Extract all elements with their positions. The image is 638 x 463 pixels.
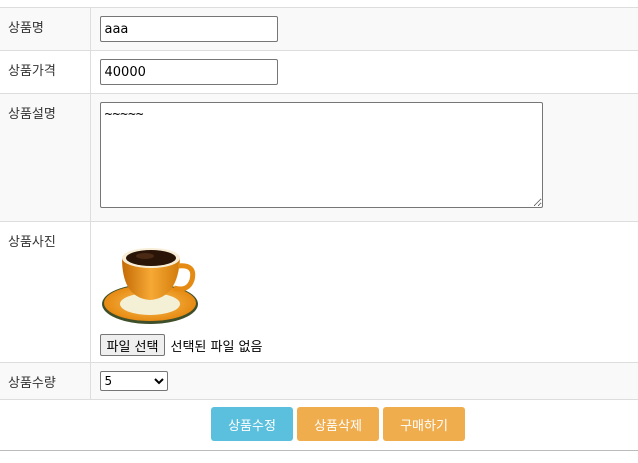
file-status-text: 선택된 파일 없음 xyxy=(170,339,263,355)
coffee-cup-icon xyxy=(101,248,198,324)
delete-product-button[interactable]: 상품삭제 xyxy=(297,407,379,441)
row-product-photo: 상품사진 파일 선택 선택된 파일 없음 xyxy=(0,221,638,363)
buy-button[interactable]: 구매하기 xyxy=(383,407,465,441)
row-product-quantity: 상품수량 5 xyxy=(0,362,638,400)
action-bar: 상품수정 상품삭제 구매하기 xyxy=(0,399,638,451)
product-name-label: 상품명 xyxy=(0,7,91,51)
product-name-input[interactable] xyxy=(99,16,278,42)
product-quantity-select[interactable]: 5 xyxy=(99,371,168,391)
row-product-price: 상품가격 xyxy=(0,50,638,94)
product-description-label: 상품설명 xyxy=(0,93,91,222)
edit-product-button[interactable]: 상품수정 xyxy=(211,407,293,441)
product-photo-label: 상품사진 xyxy=(0,221,91,363)
row-product-name: 상품명 xyxy=(0,7,638,51)
file-select-button[interactable]: 파일 선택 xyxy=(99,334,166,356)
row-product-description: 상품설명 ~~~~~ xyxy=(0,93,638,222)
product-form-table: 상품명 상품가격 상품설명 ~~~~~ 상품사진 xyxy=(0,7,638,400)
product-description-textarea[interactable]: ~~~~~ xyxy=(99,102,543,208)
product-quantity-label: 상품수량 xyxy=(0,362,91,400)
product-price-input[interactable] xyxy=(99,59,278,85)
product-price-label: 상품가격 xyxy=(0,50,91,94)
